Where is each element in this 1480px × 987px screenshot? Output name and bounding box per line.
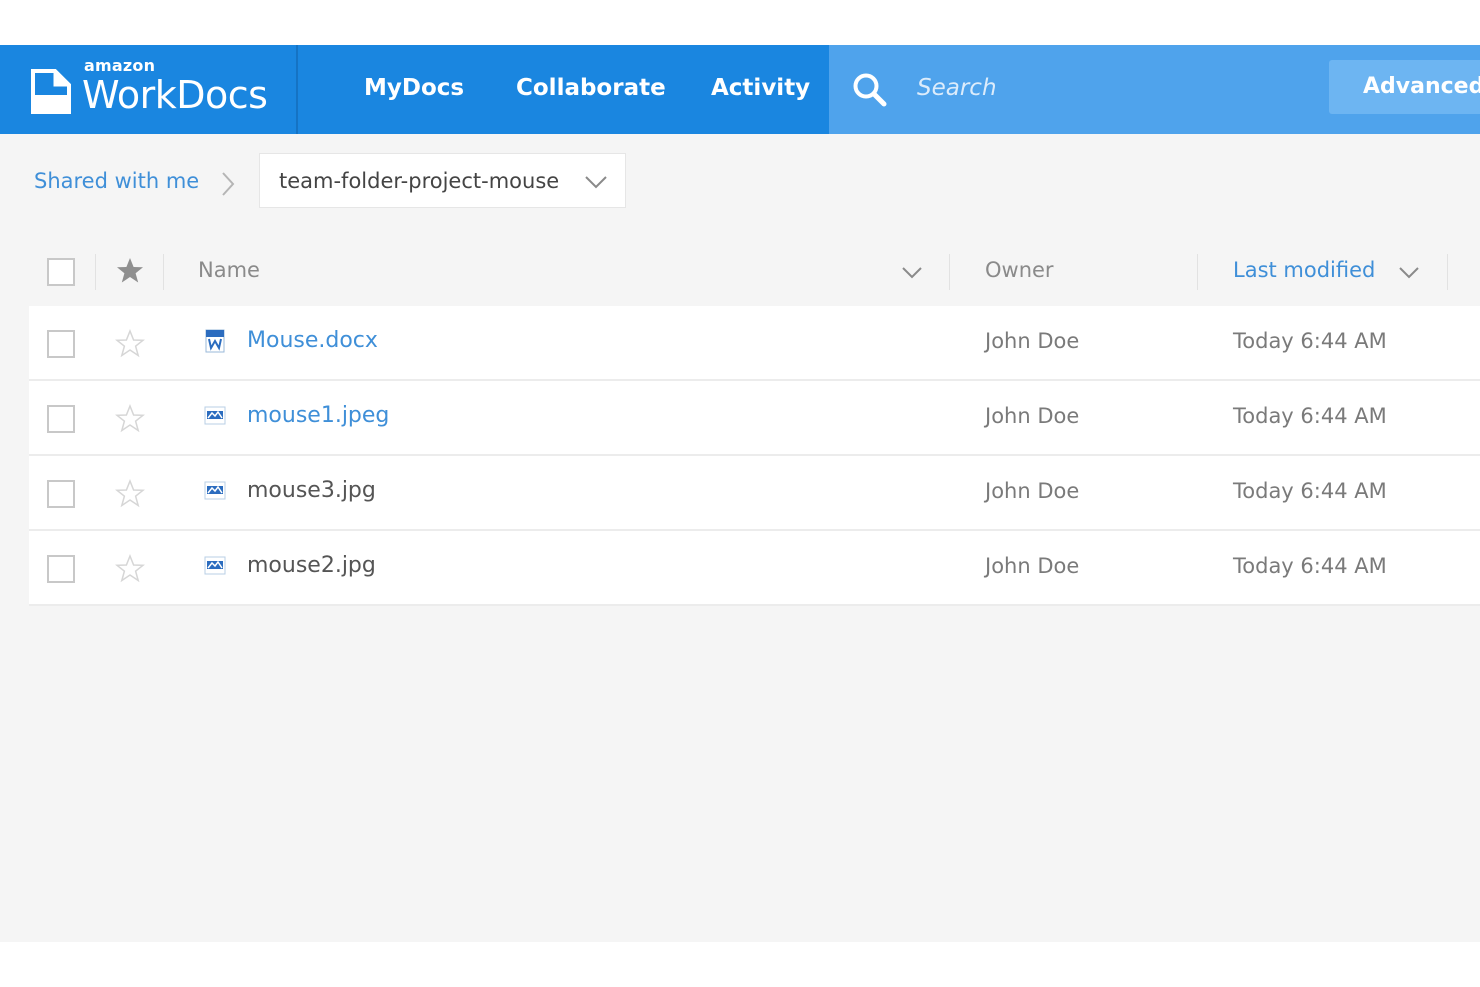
top-navigation-bar: amazon WorkDocs MyDocs Collaborate Activ…	[0, 45, 1480, 134]
column-divider	[1447, 254, 1448, 290]
chevron-right-icon	[222, 172, 235, 196]
sort-chevron-down-icon[interactable]	[1398, 266, 1420, 280]
image-file-icon	[204, 481, 226, 500]
table-row[interactable]: mouse2.jpg John Doe Today 6:44 AM	[29, 531, 1480, 606]
nav-mydocs[interactable]: MyDocs	[364, 45, 464, 134]
star-outline-icon[interactable]	[115, 404, 145, 434]
word-doc-icon	[205, 329, 225, 353]
star-filled-icon[interactable]	[115, 256, 145, 286]
nav-collaborate[interactable]: Collaborate	[516, 45, 666, 134]
file-owner: John Doe	[985, 479, 1080, 503]
file-last-modified: Today 6:44 AM	[1233, 329, 1387, 353]
folder-dropdown[interactable]: team-folder-project-mouse	[259, 153, 626, 208]
file-name[interactable]: mouse3.jpg	[247, 478, 376, 503]
star-outline-icon[interactable]	[115, 479, 145, 509]
file-name[interactable]: mouse2.jpg	[247, 553, 376, 578]
search-bar: Advanced	[829, 45, 1480, 134]
row-checkbox[interactable]	[47, 330, 75, 358]
file-owner: John Doe	[985, 329, 1080, 353]
image-file-icon	[204, 406, 226, 425]
column-divider	[1197, 254, 1198, 290]
table-row[interactable]: mouse3.jpg John Doe Today 6:44 AM	[29, 456, 1480, 531]
brand-workdocs-text: WorkDocs	[82, 73, 268, 117]
search-input[interactable]	[915, 69, 1299, 107]
column-header-name[interactable]: Name	[198, 258, 260, 282]
file-last-modified: Today 6:44 AM	[1233, 554, 1387, 578]
file-name[interactable]: Mouse.docx	[247, 328, 378, 353]
chevron-down-icon[interactable]	[901, 266, 923, 280]
row-checkbox[interactable]	[47, 555, 75, 583]
nav-activity[interactable]: Activity	[711, 45, 810, 134]
breadcrumb-shared-with-me[interactable]: Shared with me	[34, 169, 199, 193]
column-header-owner[interactable]: Owner	[985, 258, 1054, 282]
file-owner: John Doe	[985, 554, 1080, 578]
star-outline-icon[interactable]	[115, 329, 145, 359]
current-folder-label: team-folder-project-mouse	[279, 169, 560, 193]
search-icon[interactable]	[851, 71, 889, 109]
advanced-search-button[interactable]: Advanced	[1329, 60, 1480, 114]
star-outline-icon[interactable]	[115, 554, 145, 584]
row-checkbox[interactable]	[47, 405, 75, 433]
column-divider	[95, 254, 96, 290]
column-header-last-modified[interactable]: Last modified	[1233, 258, 1375, 282]
column-divider	[163, 254, 164, 290]
image-file-icon	[204, 556, 226, 575]
table-row[interactable]: mouse1.jpeg John Doe Today 6:44 AM	[29, 381, 1480, 456]
file-name[interactable]: mouse1.jpeg	[247, 403, 389, 428]
file-last-modified: Today 6:44 AM	[1233, 479, 1387, 503]
table-row[interactable]: Mouse.docx John Doe Today 6:44 AM	[29, 306, 1480, 381]
file-owner: John Doe	[985, 404, 1080, 428]
column-divider	[949, 254, 950, 290]
chevron-down-icon	[585, 176, 607, 189]
row-checkbox[interactable]	[47, 480, 75, 508]
brand-logo[interactable]: amazon WorkDocs	[0, 45, 298, 134]
file-last-modified: Today 6:44 AM	[1233, 404, 1387, 428]
table-header: Name Owner Last modified	[29, 236, 1480, 306]
workdocs-app: amazon WorkDocs MyDocs Collaborate Activ…	[0, 45, 1480, 942]
file-table: Name Owner Last modified Mouse.docx John…	[29, 236, 1480, 607]
select-all-checkbox[interactable]	[47, 258, 75, 286]
workdocs-logo-icon	[31, 69, 71, 114]
